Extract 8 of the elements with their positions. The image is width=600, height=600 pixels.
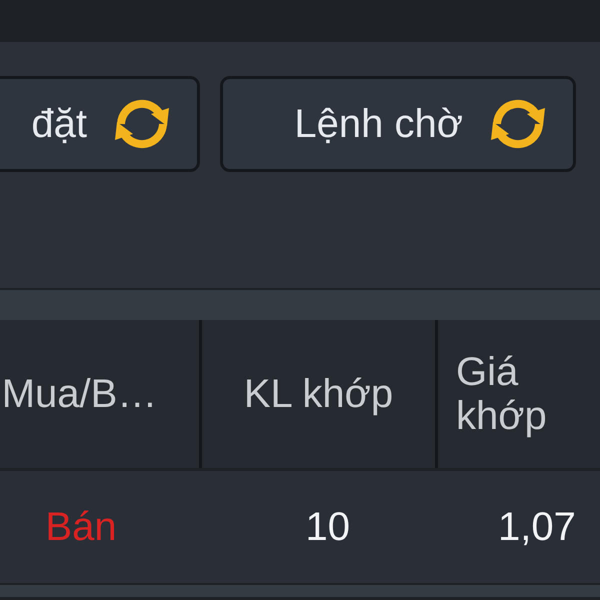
table-cell-text: 10 bbox=[304, 504, 351, 551]
refresh-button[interactable]: Lệnh chờ bbox=[220, 76, 576, 172]
column-header: KL khớp bbox=[202, 320, 438, 468]
table-cell-text: Bán bbox=[44, 504, 118, 551]
column-header: Mua/B… bbox=[0, 320, 202, 468]
table-cell-text: 1,07 bbox=[497, 504, 577, 551]
column-header: Giá khớp bbox=[455, 349, 548, 440]
refresh-button[interactable]: đặt bbox=[0, 76, 200, 172]
